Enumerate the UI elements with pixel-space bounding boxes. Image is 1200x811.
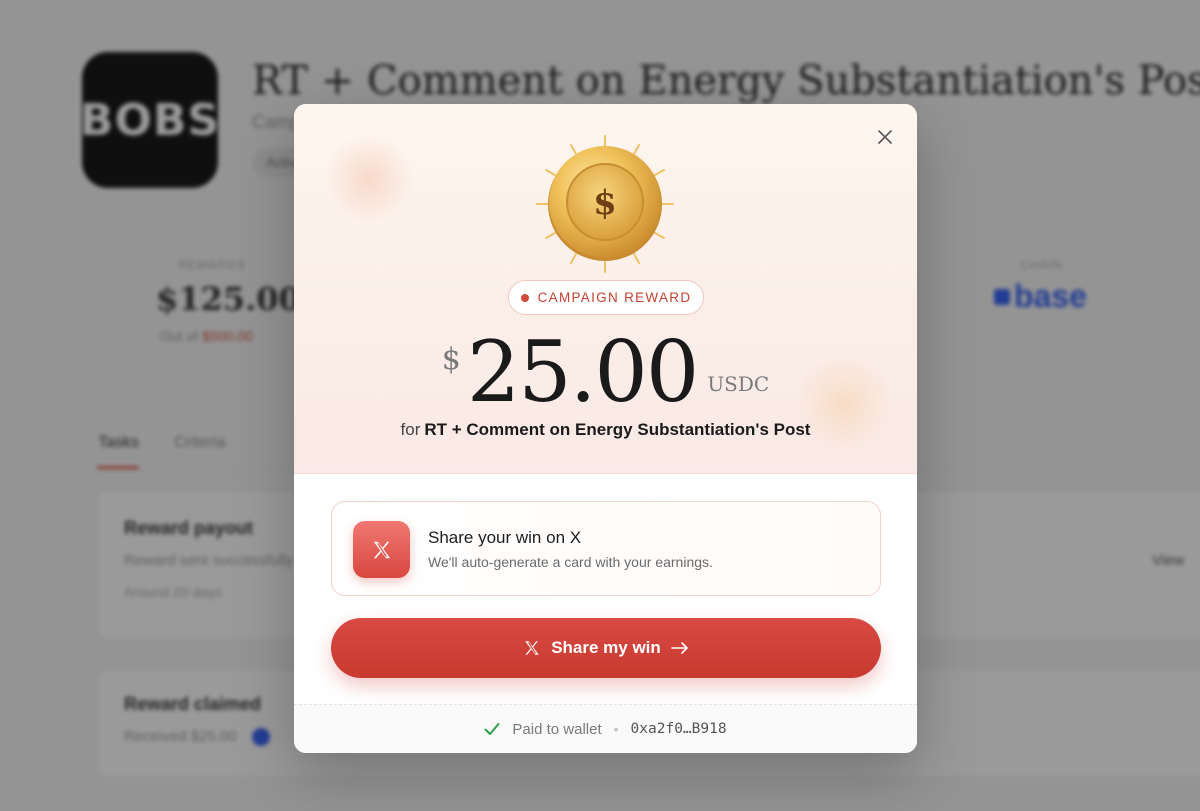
reward-modal: $ CAMPAIGN REWARD $ 25.00 USDC for RT + C… [294, 104, 917, 753]
svg-text:$: $ [593, 183, 617, 223]
paid-to-wallet-label: Paid to wallet [512, 720, 602, 738]
checkmark-icon [484, 723, 500, 735]
campaign-reward-badge: CAMPAIGN REWARD [508, 280, 704, 315]
wallet-address[interactable]: 0xa2f0…B918 [631, 721, 727, 737]
x-logo-icon [353, 521, 410, 578]
close-button[interactable] [872, 124, 898, 150]
amount-currency-symbol: $ [441, 342, 461, 377]
coin-icon: $ [536, 135, 674, 273]
share-card-subtitle: We'll auto-generate a card with your ear… [428, 554, 713, 570]
badge-label: CAMPAIGN REWARD [537, 290, 692, 305]
payment-footer: Paid to wallet • 0xa2f0…B918 [294, 704, 917, 753]
share-card-title: Share your win on X [428, 528, 582, 547]
share-my-win-button[interactable]: Share my win [331, 618, 881, 678]
arrow-right-icon [670, 642, 688, 654]
campaign-name: RT + Comment on Energy Substantiation's … [424, 420, 811, 439]
share-on-x-card[interactable]: Share your win on X We'll auto-generate … [331, 501, 881, 596]
amount-value: 25.00 [466, 323, 699, 421]
x-logo-icon [525, 641, 539, 655]
share-my-win-label: Share my win [551, 638, 661, 657]
reward-campaign-line: for RT + Comment on Energy Substantiation… [294, 420, 917, 440]
badge-dot [520, 293, 529, 302]
footer-separator: • [613, 721, 619, 737]
for-word: for [400, 420, 421, 439]
decorative-glow [324, 134, 414, 224]
reward-amount: $ 25.00 USDC [294, 324, 917, 420]
close-icon [878, 130, 892, 144]
reward-header: $ CAMPAIGN REWARD $ 25.00 USDC for RT + C… [294, 104, 917, 474]
amount-unit: USDC [707, 372, 770, 396]
